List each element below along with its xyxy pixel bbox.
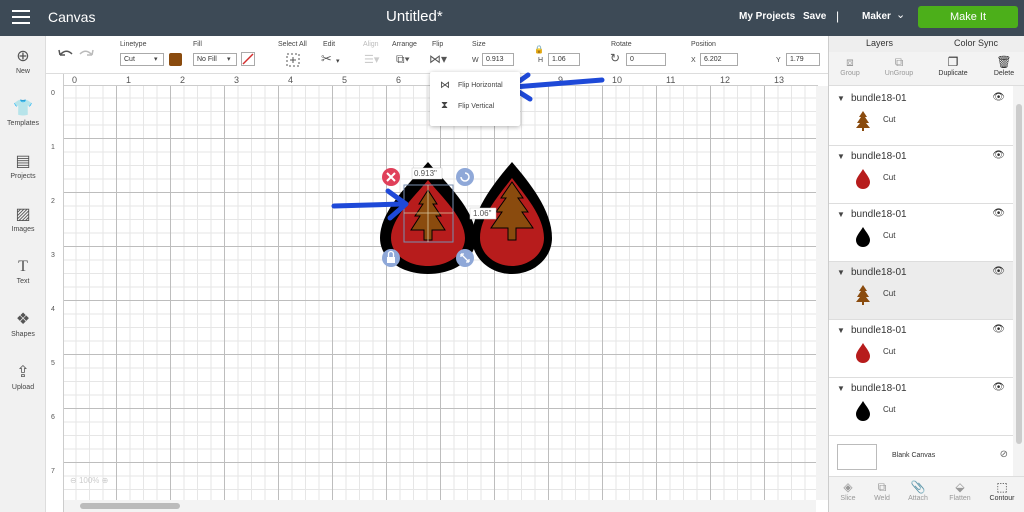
scroll-thumb[interactable] (80, 503, 180, 509)
caret-down-icon[interactable]: ▼ (837, 384, 845, 393)
duplicate-button[interactable]: ❐ Duplicate (934, 55, 972, 77)
group-icon: ⧈ (846, 55, 854, 69)
canvas-horizontal-scrollbar[interactable] (64, 500, 816, 512)
eye-icon[interactable]: 👁 (992, 266, 1005, 277)
slice-icon: ◈ (843, 480, 853, 494)
zoom-control[interactable]: ⊖ 100% ⊕ (70, 476, 108, 485)
attach-icon: 📎 (910, 480, 926, 494)
teardrop-icon (856, 343, 870, 363)
scroll-thumb[interactable] (1016, 104, 1022, 444)
annotation-arrow-left (331, 188, 409, 221)
group-button[interactable]: ⧈ Group (831, 55, 869, 77)
tab-layers[interactable]: Layers (866, 38, 893, 48)
duplicate-icon: ❐ (947, 55, 959, 69)
eye-icon[interactable]: 👁 (992, 150, 1005, 161)
layer-name: bundle18-01 (851, 383, 907, 394)
flip-horizontal-icon: ⋈ (440, 80, 450, 91)
blank-canvas-label: Blank Canvas (892, 452, 936, 459)
teardrop-icon (856, 401, 870, 421)
flatten-icon: ⬙ (955, 480, 965, 494)
layers-panel: Layers Color Sync ⧈ Group ⧉ UnGroup ❐ Dupli… (828, 36, 1024, 512)
delete-handle[interactable] (382, 168, 400, 186)
flip-vertical-icon: ⧗ (441, 100, 449, 111)
rotate-handle[interactable] (456, 168, 474, 186)
blank-canvas-swatch[interactable] (837, 444, 877, 470)
lock-handle[interactable] (382, 249, 400, 267)
contour-button[interactable]: ⬚ Contour (983, 480, 1021, 502)
layer-operation: Cut (883, 115, 896, 124)
flip-dropdown-menu: ⋈ Flip Horizontal ⧗ Flip Vertical (430, 72, 520, 126)
layer-item[interactable]: ▼ bundle18-01 👁 Cut (829, 320, 1013, 378)
trash-icon: 🗑 (996, 55, 1012, 69)
layer-name: bundle18-01 (851, 209, 907, 220)
layer-name: bundle18-01 (851, 325, 907, 336)
layer-name: bundle18-01 (851, 267, 907, 278)
ungroup-icon: ⧉ (894, 55, 904, 69)
ungroup-button[interactable]: ⧉ UnGroup (880, 55, 918, 77)
contour-icon: ⬚ (996, 480, 1008, 494)
height-readout: 1.06" (473, 209, 492, 218)
eye-hidden-icon[interactable]: ⊘ (1000, 449, 1008, 460)
layer-operation: Cut (883, 289, 896, 298)
layer-operation: Cut (883, 347, 896, 356)
tab-color-sync[interactable]: Color Sync (954, 38, 998, 48)
panel-scrollbar[interactable] (1013, 86, 1024, 476)
layer-item[interactable]: ▼ bundle18-01 👁 Cut (829, 204, 1013, 262)
layer-actions: ⧈ Group ⧉ UnGroup ❐ Duplicate 🗑 Delete (829, 52, 1024, 86)
panel-tabs: Layers Color Sync (829, 36, 1024, 52)
layer-name: bundle18-01 (851, 151, 907, 162)
layer-item[interactable]: ▼ bundle18-01 👁 Cut (829, 88, 1013, 146)
width-readout: 0.913" (414, 169, 437, 178)
eye-icon[interactable]: 👁 (992, 382, 1005, 393)
layer-operation: Cut (883, 173, 896, 182)
layer-item-selected[interactable]: ▼ bundle18-01 👁 Cut (829, 262, 1013, 320)
slice-button[interactable]: ◈ Slice (829, 480, 867, 502)
delete-button[interactable]: 🗑 Delete (985, 55, 1023, 77)
weld-button[interactable]: ⧉ Weld (863, 480, 901, 502)
teardrop-icon (856, 169, 870, 189)
canvas-vertical-scrollbar[interactable] (816, 86, 828, 500)
layer-item[interactable]: ▼ bundle18-01 👁 Cut (829, 378, 1013, 436)
bottom-actions: ◈ Slice ⧉ Weld 📎 Attach ⬙ Flatten ⬚ Contour (829, 476, 1024, 512)
resize-handle[interactable] (456, 249, 474, 267)
caret-down-icon[interactable]: ▼ (837, 94, 845, 103)
weld-icon: ⧉ (877, 480, 887, 494)
eye-icon[interactable]: 👁 (992, 208, 1005, 219)
flip-horizontal-option[interactable]: Flip Horizontal (458, 82, 503, 89)
zoom-level: 100% (78, 476, 100, 485)
caret-down-icon[interactable]: ▼ (837, 210, 845, 219)
caret-down-icon[interactable]: ▼ (837, 326, 845, 335)
attach-button[interactable]: 📎 Attach (899, 480, 937, 502)
caret-down-icon[interactable]: ▼ (837, 152, 845, 161)
flatten-button[interactable]: ⬙ Flatten (941, 480, 979, 502)
tree-icon (856, 111, 870, 131)
eye-icon[interactable]: 👁 (992, 92, 1005, 103)
tree-icon (856, 285, 870, 305)
layer-operation: Cut (883, 405, 896, 414)
layer-item[interactable]: ▼ bundle18-01 👁 Cut (829, 146, 1013, 204)
layer-name: bundle18-01 (851, 93, 907, 104)
flip-vertical-option[interactable]: Flip Vertical (458, 103, 494, 110)
annotation-arrow-top (508, 72, 605, 102)
caret-down-icon[interactable]: ▼ (837, 268, 845, 277)
eye-icon[interactable]: 👁 (992, 324, 1005, 335)
teardrop-icon (856, 227, 870, 247)
layer-operation: Cut (883, 231, 896, 240)
